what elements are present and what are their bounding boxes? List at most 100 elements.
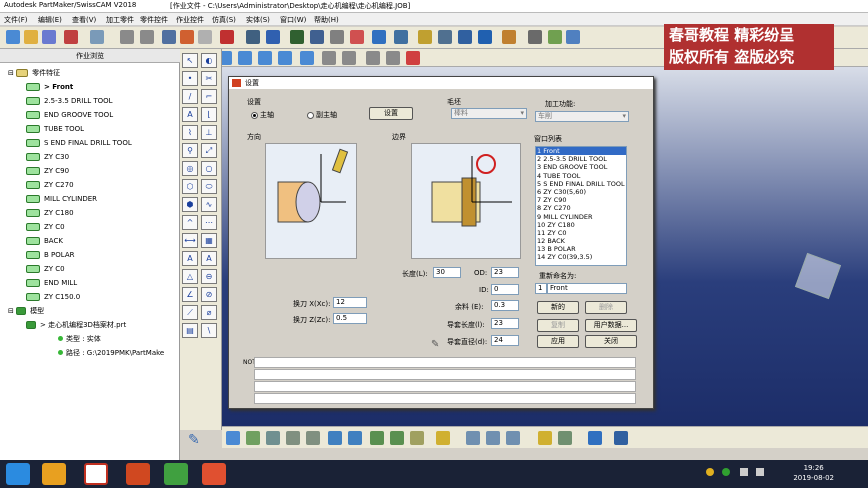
blank-select[interactable]: 棒料 ▾ — [451, 108, 527, 119]
tree-item[interactable]: MILL CYLINDER — [26, 193, 97, 206]
view-icon[interactable] — [418, 30, 432, 44]
menu-solid[interactable]: 实体(S) — [246, 15, 270, 25]
list-item[interactable]: 10 ZY C180 — [536, 221, 626, 229]
list-item[interactable]: 14 ZY C0(39,3.5) — [536, 253, 626, 261]
grid-view-icon[interactable] — [614, 431, 628, 445]
delete-button[interactable]: 删除 — [585, 301, 627, 314]
polygon-icon[interactable]: ⬡ — [182, 179, 198, 194]
tree-item[interactable]: ZY C0 — [26, 263, 65, 276]
app-green-icon[interactable] — [164, 463, 188, 485]
tree-item[interactable]: > Front — [26, 81, 73, 94]
nc-code-icon[interactable] — [372, 30, 386, 44]
scale-icon[interactable] — [300, 51, 314, 65]
copy-button[interactable]: 复制 — [537, 319, 579, 332]
tree-item[interactable]: 2.5-3.5 DRILL TOOL — [26, 95, 113, 108]
list-item[interactable]: 4 TUBE TOOL — [536, 172, 626, 180]
scissors-icon[interactable]: ✂ — [201, 71, 217, 86]
tree-item[interactable]: ZY C0 — [26, 221, 65, 234]
fit-icon[interactable] — [278, 51, 292, 65]
guide-dia-field[interactable]: 24 — [491, 335, 519, 346]
start-icon[interactable] — [6, 463, 30, 485]
tool-icon[interactable] — [246, 30, 260, 44]
layout-icon[interactable] — [478, 30, 492, 44]
list-item[interactable]: 9 MILL CYLINDER — [536, 213, 626, 221]
notes-line[interactable] — [254, 357, 636, 368]
draw-icon[interactable] — [246, 431, 260, 445]
list-item[interactable]: 13 B POLAR — [536, 245, 626, 253]
spline-icon[interactable]: ∿ — [201, 197, 217, 212]
radio-main-spindle[interactable]: 主轴 — [251, 110, 274, 120]
process-select[interactable]: 车削 ▾ — [535, 111, 629, 122]
angle-icon[interactable]: ∠ — [182, 287, 198, 302]
list-item[interactable]: 12 BACK — [536, 237, 626, 245]
brush-icon[interactable] — [538, 431, 552, 445]
tool-x-field[interactable]: 12 — [333, 297, 367, 308]
offset-icon[interactable]: ⤢ — [201, 143, 217, 158]
powerpoint-icon[interactable] — [126, 463, 150, 485]
apply-button[interactable]: 应用 — [537, 335, 579, 348]
menu-file[interactable]: 文件(F) — [4, 15, 28, 25]
list-item[interactable]: 8 ZY C270 — [536, 204, 626, 212]
tree-item[interactable]: ZY C30 — [26, 151, 69, 164]
tree-item-model[interactable]: > 走心机编程3D档案材.prt — [26, 319, 126, 332]
tree-item[interactable]: END MILL — [26, 277, 77, 290]
tray-icon[interactable] — [722, 468, 730, 476]
tool-z-field[interactable]: 0.5 — [333, 313, 367, 324]
hand-icon[interactable] — [466, 431, 480, 445]
menu-window[interactable]: 窗口(W) — [280, 15, 306, 25]
machine-icon[interactable] — [310, 30, 324, 44]
menu-help[interactable]: 帮助(H) — [314, 15, 339, 25]
tray-icon[interactable] — [706, 468, 714, 476]
collapse-icon[interactable]: ⊟ — [8, 307, 16, 315]
radio-sub-spindle[interactable]: 副主轴 — [307, 110, 337, 120]
dimension-a-icon[interactable]: A — [182, 251, 198, 266]
pattern-icon[interactable]: ⋯ — [201, 215, 217, 230]
close-button[interactable]: 关闭 — [585, 335, 637, 348]
menu-simulation[interactable]: 仿真(S) — [212, 15, 236, 25]
branch-icon[interactable]: ⚲ — [182, 143, 198, 158]
layers-icon[interactable] — [328, 431, 342, 445]
list-item[interactable]: 5 S END FINAL DRILL TOOL — [536, 180, 626, 188]
web-icon[interactable] — [566, 30, 580, 44]
move-icon[interactable] — [342, 51, 356, 65]
collapse-icon[interactable]: ⊟ — [8, 69, 16, 77]
tree-item[interactable]: ZY C180 — [26, 207, 74, 220]
refresh-icon[interactable] — [238, 51, 252, 65]
panel-icon[interactable] — [458, 30, 472, 44]
od-field[interactable]: 23 — [491, 267, 519, 278]
ruler-icon[interactable]: ✎ — [188, 432, 208, 450]
phone-icon[interactable] — [528, 30, 542, 44]
corner-icon[interactable]: ⌐ — [201, 89, 217, 104]
tree-item[interactable]: ZY C90 — [26, 165, 69, 178]
edit-icon[interactable] — [394, 30, 408, 44]
help-icon[interactable] — [548, 30, 562, 44]
volume-icon[interactable] — [756, 468, 764, 476]
hexagon-icon[interactable]: ⬢ — [182, 197, 198, 212]
measure-icon[interactable] — [330, 30, 344, 44]
box-icon[interactable] — [390, 431, 404, 445]
cursor-icon[interactable] — [366, 51, 380, 65]
print-icon[interactable] — [64, 30, 78, 44]
pan-icon[interactable] — [322, 51, 336, 65]
light-icon[interactable] — [436, 431, 450, 445]
chevron-up-icon[interactable]: ^ — [182, 215, 198, 230]
cube-icon[interactable] — [370, 431, 384, 445]
solid-icon[interactable] — [286, 431, 300, 445]
partmaker-icon[interactable] — [84, 463, 108, 485]
stack-icon[interactable] — [348, 431, 362, 445]
delete-icon[interactable] — [220, 30, 234, 44]
notes-line[interactable] — [254, 381, 636, 392]
layer-icon[interactable]: ▤ — [182, 323, 198, 338]
select-arrow-icon[interactable]: ↖ — [182, 53, 198, 68]
tree-item[interactable]: BACK — [26, 235, 63, 248]
stop-icon[interactable] — [350, 30, 364, 44]
rotate-view-icon[interactable]: ◐ — [201, 53, 217, 68]
print-view-icon[interactable] — [486, 431, 500, 445]
group-icon[interactable]: ▦ — [201, 233, 217, 248]
dimension-b-icon[interactable]: A — [201, 251, 217, 266]
trim-icon[interactable]: ⊥ — [201, 125, 217, 140]
point-icon[interactable]: • — [182, 71, 198, 86]
tree-root-model[interactable]: ⊟ 模型 — [8, 305, 44, 318]
id-field[interactable]: 0 — [491, 284, 519, 295]
list-item[interactable]: 11 ZY C0 — [536, 229, 626, 237]
